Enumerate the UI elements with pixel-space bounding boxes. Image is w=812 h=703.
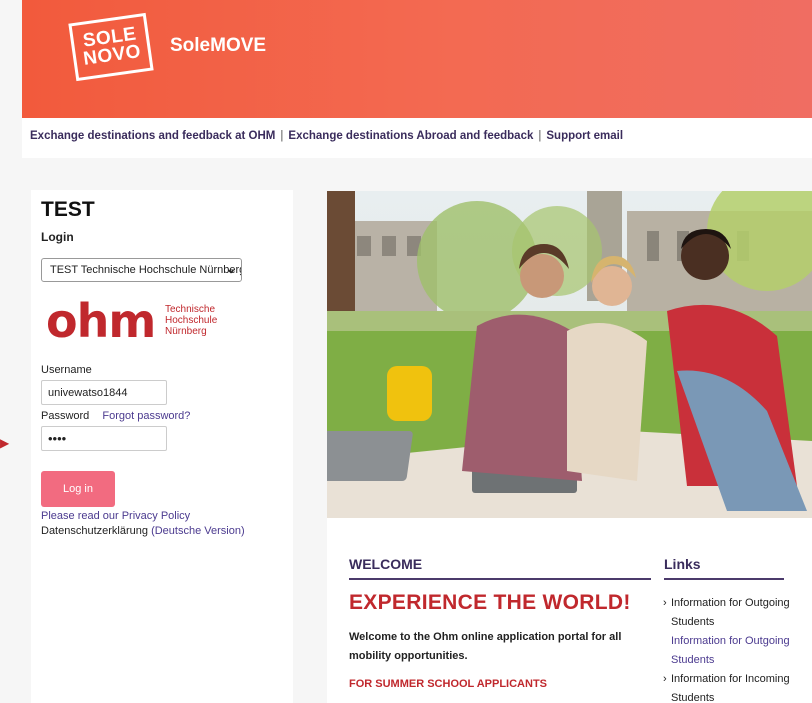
arrow-pointer-icon: ▶: [0, 436, 10, 450]
link-item-text: Information for Outgoing Students: [671, 597, 790, 628]
outgoing-students-link[interactable]: Information for Outgoing Students: [671, 632, 803, 670]
links-list: › Information for Outgoing Students Info…: [663, 594, 803, 703]
ohm-logo: ohm Technische Hochschule Nürnberg: [41, 294, 283, 348]
username-field[interactable]: univewatso1844: [41, 380, 167, 405]
solenovo-logo[interactable]: SOLE NOVO: [68, 12, 154, 82]
link-item-text: Information for Incoming Students: [671, 673, 790, 703]
hero-photo: [327, 191, 812, 518]
chevron-down-icon: ⌄: [225, 262, 236, 276]
ohm-logo-line: Technische: [165, 304, 216, 315]
app-title: SoleMOVE: [170, 35, 267, 56]
chevron-right-icon: ›: [663, 597, 667, 609]
welcome-content: WELCOME EXPERIENCE THE WORLD! Welcome to…: [327, 518, 812, 703]
ohm-logo-line: Hochschule: [165, 315, 218, 326]
institution-selected-value: TEST Technische Hochschule Nürnberg: [50, 264, 242, 276]
login-button[interactable]: Log in: [41, 471, 115, 507]
ohm-logo-word: ohm: [46, 294, 156, 348]
nav-separator: |: [280, 130, 284, 142]
ohm-logo-subtitle: Technische Hochschule Nürnberg: [165, 304, 217, 337]
links-heading: Links: [664, 556, 784, 580]
ohm-logo-line: Nürnberg: [165, 326, 207, 337]
list-item[interactable]: Information for Outgoing Students: [663, 632, 803, 670]
username-label: Username: [41, 364, 92, 376]
list-item[interactable]: › Information for Outgoing Students: [663, 594, 803, 632]
chevron-right-icon: ›: [663, 673, 667, 685]
header-banner: SOLE NOVO SoleMOVE: [22, 0, 812, 118]
forgot-password-link[interactable]: Forgot password?: [102, 410, 190, 422]
summer-school-link[interactable]: FOR SUMMER SCHOOL APPLICANTS: [349, 678, 547, 690]
tagline: EXPERIENCE THE WORLD!: [349, 591, 631, 614]
password-label: Password: [41, 410, 90, 422]
welcome-intro: Welcome to the Ohm online application po…: [349, 631, 622, 662]
students-photo-illustration: [327, 191, 812, 518]
login-panel-title: TEST: [41, 198, 95, 221]
datenschutz-line: Datenschutzerklärung (Deutsche Version): [41, 525, 283, 537]
privacy-policy-link[interactable]: Please read our Privacy Policy: [41, 510, 190, 522]
password-row: Password Forgot password?: [41, 410, 283, 422]
login-label: Login: [41, 230, 74, 244]
list-item[interactable]: › Information for Incoming Students: [663, 670, 803, 703]
nav-link-exchange-ohm[interactable]: Exchange destinations and feedback at OH…: [30, 130, 275, 142]
top-navigation: Exchange destinations and feedback at OH…: [22, 118, 812, 158]
welcome-heading: WELCOME: [349, 556, 651, 580]
datenschutz-text: Datenschutzerklärung: [41, 525, 152, 537]
institution-select[interactable]: TEST Technische Hochschule Nürnberg ⌄: [41, 258, 242, 282]
datenschutz-link[interactable]: (Deutsche Version): [151, 525, 245, 537]
login-panel: TEST Login TEST Technische Hochschule Nü…: [31, 190, 293, 703]
nav-link-exchange-abroad[interactable]: Exchange destinations Abroad and feedbac…: [288, 130, 533, 142]
privacy-line: Please read our Privacy Policy: [41, 510, 283, 522]
nav-separator: |: [538, 130, 542, 142]
password-field[interactable]: ••••: [41, 426, 167, 451]
nav-link-support-email[interactable]: Support email: [546, 130, 623, 142]
